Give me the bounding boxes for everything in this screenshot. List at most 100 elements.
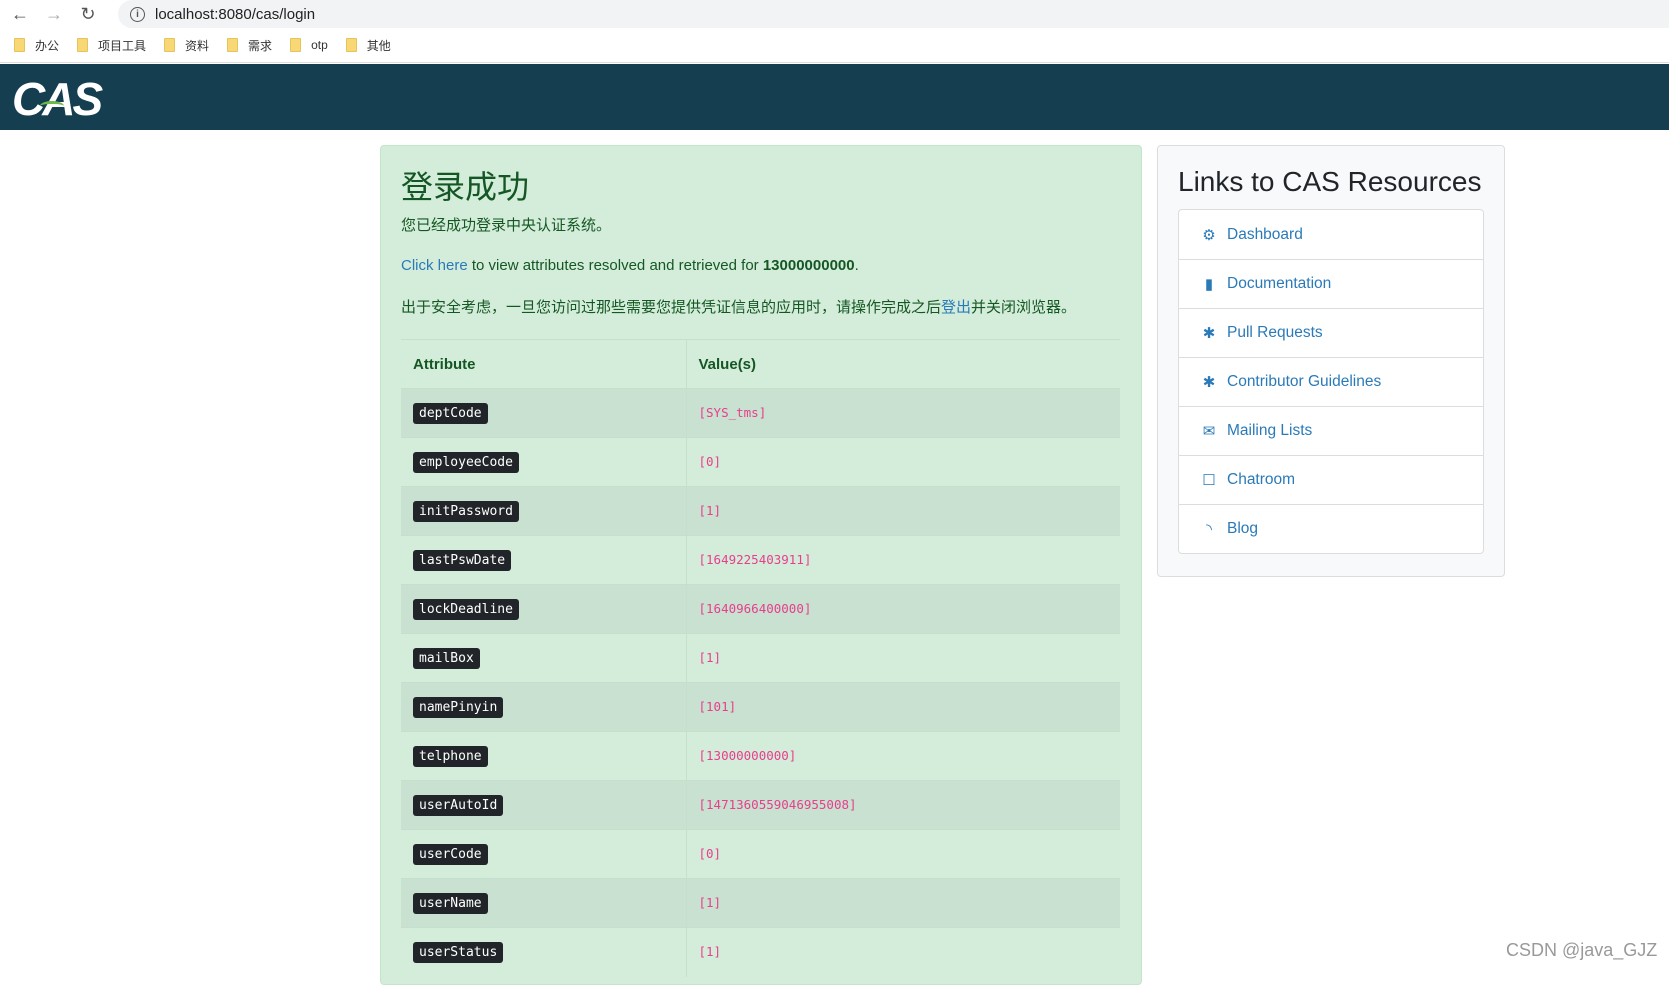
table-row: namePinyin [101] [401,682,1120,732]
attribute-value: [1] [698,650,722,665]
attr-text: to view attributes resolved and retrieve… [467,257,763,274]
attribute-cell: namePinyin [401,682,686,732]
value-cell: [1640966400000] [685,584,1120,634]
table-row: mailBox [1] [401,633,1120,683]
bookmark-item[interactable]: 办公 [14,37,59,54]
resource-link-documentation[interactable]: ▮ Documentation [1179,259,1483,308]
resource-link-label: Chatroom [1227,471,1296,488]
attribute-name: initPassword [413,500,519,522]
attribute-name: userAutoId [413,794,504,816]
period: . [854,257,859,274]
table-row: telphone [13000000000] [401,731,1120,781]
back-icon[interactable]: ← [10,4,30,25]
bookmark-item[interactable]: otp [290,38,328,52]
bookmark-item[interactable]: 项目工具 [77,37,146,54]
folder-icon [345,38,357,52]
table-row: initPassword [1] [401,486,1120,536]
table-row: userAutoId [1471360559046955008] [401,780,1120,830]
click-here-link[interactable]: Click here [401,257,468,274]
bookmark-label: otp [311,38,328,52]
resource-link-mailing-lists[interactable]: ✉ Mailing Lists [1179,406,1483,455]
attribute-name: userStatus [413,941,504,963]
folder-icon [77,38,89,52]
forward-icon[interactable]: → [44,4,64,25]
resource-link-chatroom[interactable]: ☐ Chatroom [1179,455,1483,504]
value-cell: [1] [685,486,1120,536]
attribute-value: [1640966400000] [698,601,812,616]
attribute-value: [0] [698,846,722,861]
value-cell: [1] [685,927,1120,977]
attribute-cell: initPassword [401,486,686,536]
info-icon[interactable]: i [130,6,145,22]
attribute-name: lockDeadline [413,598,519,620]
security-text: 出于安全考虑，一旦您访问过那些需要您提供凭证信息的应用时，请操作完成之后 [401,299,942,316]
header-values: Value(s) [685,339,1120,389]
bug-icon: ✱ [1202,325,1216,342]
table-row: lastPswDate [1649225403911] [401,535,1120,585]
attribute-name: namePinyin [413,696,504,718]
bookmark-label: 其他 [366,38,391,53]
attribute-name: lastPswDate [413,549,512,571]
attribute-name: telphone [413,745,488,767]
attribute-cell: userAutoId [401,780,686,830]
bug-icon: ✱ [1202,374,1216,391]
resource-link-label: Contributor Guidelines [1227,373,1382,390]
attribute-value: [13000000000] [698,748,797,763]
resources-title: Links to CAS Resources [1178,166,1482,197]
attribute-value: [101] [698,699,737,714]
value-cell: [13000000000] [685,731,1120,781]
attribute-cell: userStatus [401,927,686,977]
attribute-cell: telphone [401,731,686,781]
resource-link-pull-requests[interactable]: ✱ Pull Requests [1179,308,1483,357]
attribute-value: [1] [698,503,722,518]
cas-logo[interactable]: CAS [12,72,103,126]
reload-icon[interactable]: ↻ [78,4,98,25]
rss-icon: ◝ [1206,521,1212,538]
resource-link-label: Mailing Lists [1227,422,1313,439]
url-text: localhost:8080/cas/login [155,5,316,23]
folder-icon [14,38,25,52]
resource-link-label: Pull Requests [1227,324,1323,341]
address-bar[interactable]: i localhost:8080/cas/login [118,0,1669,28]
attribute-name: userName [413,892,488,914]
value-cell: [SYS_tms] [685,388,1120,438]
bookmark-label: 需求 [248,38,273,53]
bookmark-item[interactable]: 需求 [227,37,272,54]
watermark: CSDN @java_GJZ [1506,940,1658,960]
bookmark-item[interactable]: 资料 [164,37,209,54]
bookmark-label: 办公 [35,38,60,53]
table-row: userName [1] [401,878,1120,928]
attribute-cell: lockDeadline [401,584,686,634]
attribute-name: mailBox [413,647,480,669]
logout-link[interactable]: 登出 [941,299,971,316]
attribute-value: [0] [698,454,722,469]
bookmark-label: 资料 [185,38,210,53]
bookmark-label: 项目工具 [98,38,147,53]
attribute-value: [SYS_tms] [698,405,767,420]
attribute-name: employeeCode [413,451,519,473]
resource-link-label: Dashboard [1227,225,1303,243]
cogs-icon: ⚙ [1202,226,1216,244]
value-cell: [1649225403911] [685,535,1120,585]
comment-icon: ☐ [1202,472,1216,489]
attribute-value: [1] [698,895,722,910]
table-row: userCode [0] [401,829,1120,879]
attribute-cell: lastPswDate [401,535,686,585]
attribute-value: [1649225403911] [698,552,812,567]
attribute-cell: userCode [401,829,686,879]
bookmark-item[interactable]: 其他 [345,37,391,54]
resource-link-label: Blog [1227,520,1259,537]
attributes-message: Click here to view attributes resolved a… [401,257,1121,274]
resource-link-blog[interactable]: ◝ Blog [1179,504,1483,553]
attribute-cell: mailBox [401,633,686,683]
success-message: 您已经成功登录中央认证系统。 [401,217,612,234]
resource-link-contributor-guidelines[interactable]: ✱ Contributor Guidelines [1179,357,1483,406]
value-cell: [1] [685,878,1120,928]
file-icon: ▮ [1204,276,1214,293]
value-cell: [0] [685,829,1120,879]
folder-icon [227,38,239,52]
resource-link-dashboard[interactable]: ⚙ Dashboard [1179,210,1483,259]
attribute-name: deptCode [413,402,488,424]
username: 13000000000 [762,257,855,274]
login-success-panel: 登录成功 您已经成功登录中央认证系统。 Click here to view a… [380,145,1142,985]
